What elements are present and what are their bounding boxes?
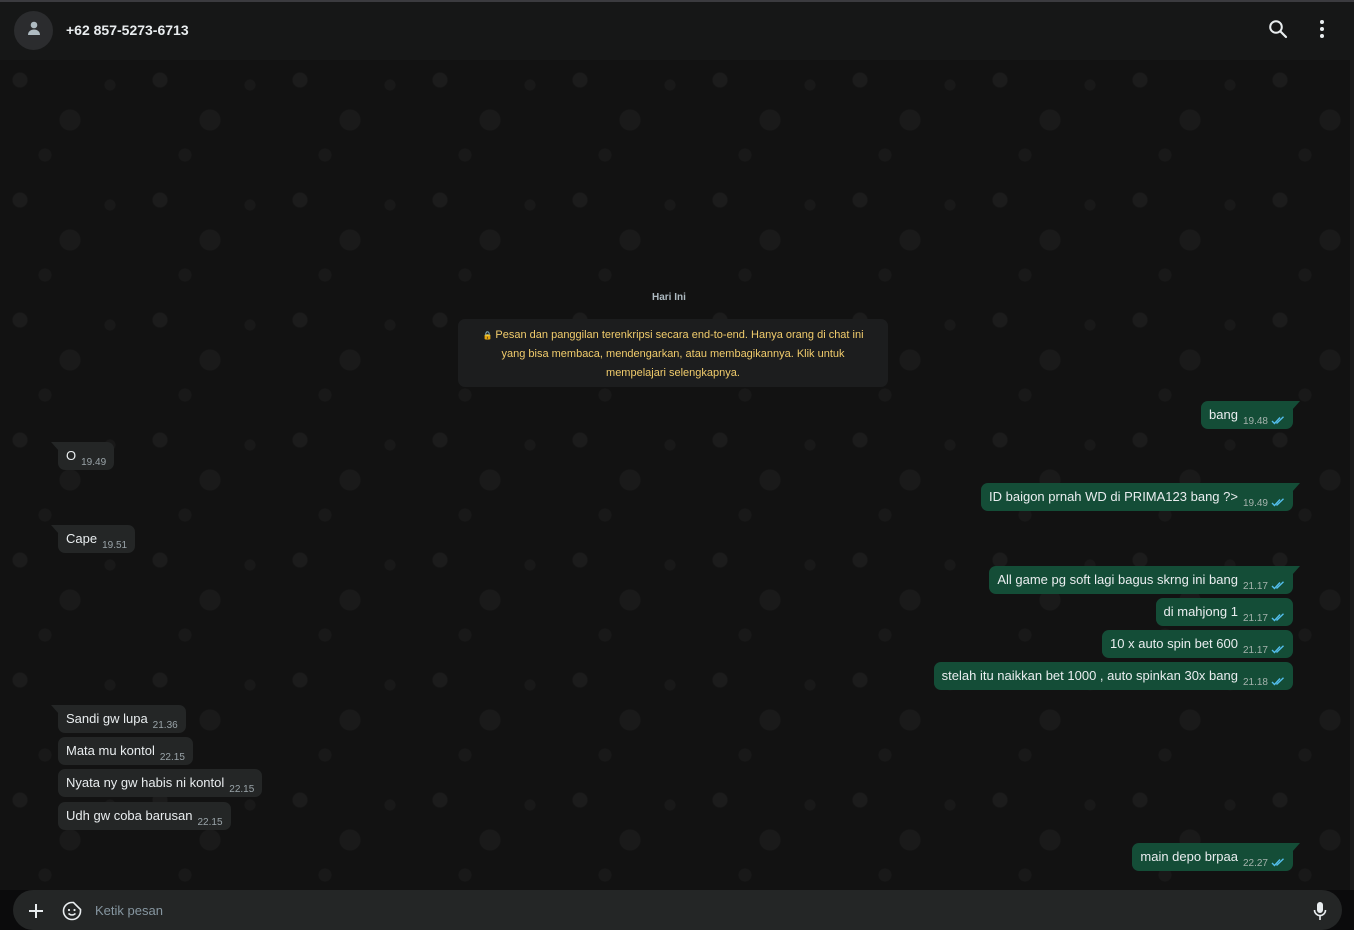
message-text: Udh gw coba barusan bbox=[66, 808, 193, 823]
message-text: Mata mu kontol bbox=[66, 743, 155, 758]
sticker-icon bbox=[62, 901, 82, 926]
plus-icon bbox=[28, 903, 44, 924]
bubble-tail bbox=[1292, 483, 1300, 492]
message-time: 21.17 bbox=[1242, 645, 1268, 656]
double-check-read-icon bbox=[1271, 642, 1285, 657]
double-check-read-icon bbox=[1271, 413, 1285, 428]
message-outgoing[interactable]: stelah itu naikkan bet 1000 , auto spink… bbox=[933, 662, 1293, 690]
notice-line-1: Pesan dan panggilan terenkripsi secara e… bbox=[495, 329, 864, 341]
message-time: 22.15 bbox=[197, 817, 223, 828]
message-text: bang bbox=[1209, 407, 1238, 422]
encryption-notice[interactable]: 🔒 Pesan dan panggilan terenkripsi secara … bbox=[458, 319, 888, 387]
attach-button[interactable] bbox=[25, 902, 47, 924]
kebab-menu-icon bbox=[1319, 19, 1325, 44]
message-text: Nyata ny gw habis ni kontol bbox=[66, 775, 225, 790]
microphone-icon bbox=[1313, 901, 1327, 926]
search-icon bbox=[1268, 19, 1288, 44]
message-text: 10 x auto spin bet 600 bbox=[1110, 636, 1238, 651]
message-time: 21.36 bbox=[152, 720, 178, 731]
message-incoming[interactable]: Nyata ny gw habis ni kontol 22.15 bbox=[58, 769, 263, 797]
notice-line-2: yang bisa membaca, mendengarkan, atau me… bbox=[501, 348, 845, 360]
message-text: main depo brpaa bbox=[1140, 849, 1238, 864]
message-text: ID baigon prnah WD di PRIMA123 bang ?> bbox=[989, 489, 1238, 504]
notice-line-3: mempelajari selengkapnya. bbox=[606, 367, 740, 379]
chat-header: +62 857-5273-6713 bbox=[0, 2, 1354, 60]
message-outgoing[interactable]: di mahjong 1 21.17 bbox=[1155, 598, 1293, 626]
bubble-tail bbox=[51, 442, 59, 451]
message-time: 21.18 bbox=[1242, 677, 1268, 688]
lock-icon: 🔒 bbox=[482, 331, 493, 340]
message-text: Cape bbox=[66, 531, 98, 546]
menu-button[interactable] bbox=[1310, 19, 1334, 43]
message-composer bbox=[13, 890, 1342, 930]
bubble-tail bbox=[1292, 566, 1300, 575]
bubble-tail bbox=[51, 705, 59, 714]
message-time: 19.48 bbox=[1242, 416, 1268, 427]
message-time: 21.17 bbox=[1242, 613, 1268, 624]
message-incoming[interactable]: O 19.49 bbox=[51, 442, 115, 470]
message-incoming[interactable]: Cape 19.51 bbox=[51, 525, 136, 553]
message-incoming[interactable]: Mata mu kontol 22.15 bbox=[58, 737, 193, 765]
message-time: 19.49 bbox=[81, 457, 107, 468]
double-check-read-icon bbox=[1271, 495, 1285, 510]
double-check-read-icon bbox=[1271, 855, 1285, 870]
contact-name[interactable]: +62 857-5273-6713 bbox=[66, 22, 189, 38]
message-time: 22.15 bbox=[159, 752, 185, 763]
bubble-tail bbox=[51, 525, 59, 534]
message-outgoing[interactable]: bang 19.48 bbox=[1201, 401, 1300, 429]
contact-avatar[interactable] bbox=[14, 11, 53, 50]
sticker-button[interactable] bbox=[61, 901, 83, 926]
message-text: di mahjong 1 bbox=[1163, 604, 1238, 619]
double-check-read-icon bbox=[1271, 674, 1285, 689]
message-incoming[interactable]: Sandi gw lupa 21.36 bbox=[51, 705, 186, 733]
message-time: 19.51 bbox=[102, 540, 128, 551]
bubble-tail bbox=[1292, 401, 1300, 410]
message-outgoing[interactable]: 10 x auto spin bet 600 21.17 bbox=[1102, 630, 1293, 658]
message-time: 22.27 bbox=[1242, 858, 1268, 869]
message-time: 21.17 bbox=[1242, 581, 1268, 592]
message-outgoing[interactable]: All game pg soft lagi bagus skrng ini ba… bbox=[989, 566, 1300, 594]
message-text: stelah itu naikkan bet 1000 , auto spink… bbox=[941, 668, 1238, 683]
message-time: 19.49 bbox=[1242, 498, 1268, 509]
search-button[interactable] bbox=[1266, 19, 1290, 43]
message-text: O bbox=[66, 448, 77, 463]
bubble-tail bbox=[1292, 843, 1300, 852]
double-check-read-icon bbox=[1271, 578, 1285, 593]
message-outgoing[interactable]: main depo brpaa 22.27 bbox=[1132, 843, 1300, 871]
message-text: All game pg soft lagi bagus skrng ini ba… bbox=[997, 572, 1238, 587]
double-check-read-icon bbox=[1271, 610, 1285, 625]
message-text: Sandi gw lupa bbox=[66, 711, 148, 726]
message-input[interactable] bbox=[95, 903, 1275, 918]
message-time: 22.15 bbox=[229, 784, 255, 795]
date-separator: Hari Ini bbox=[652, 292, 686, 303]
scrollbar[interactable] bbox=[1350, 60, 1354, 890]
message-incoming[interactable]: Udh gw coba barusan 22.15 bbox=[58, 802, 231, 830]
message-outgoing[interactable]: ID baigon prnah WD di PRIMA123 bang ?> 19… bbox=[981, 483, 1300, 511]
voice-message-button[interactable] bbox=[1309, 901, 1331, 926]
chat-area[interactable]: Hari Ini 🔒 Pesan dan panggilan terenkrips… bbox=[0, 60, 1354, 890]
person-icon bbox=[26, 20, 42, 41]
